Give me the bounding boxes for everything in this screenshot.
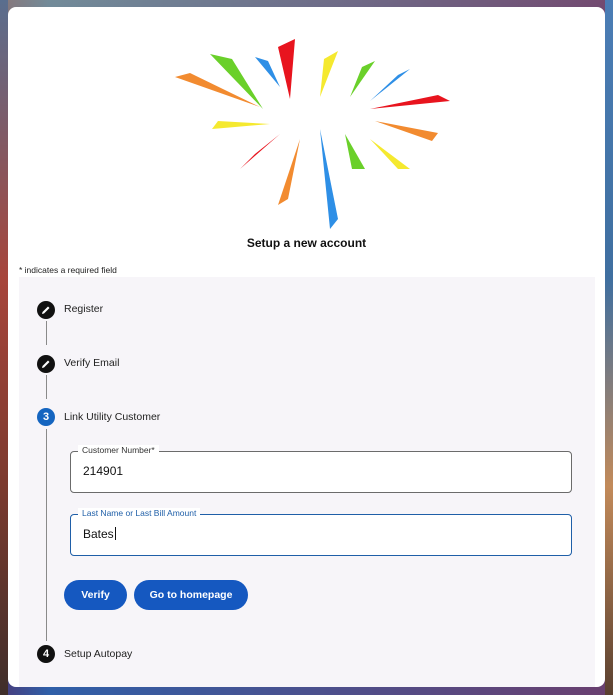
pencil-icon bbox=[42, 360, 50, 368]
step-connector bbox=[46, 429, 47, 641]
pencil-icon bbox=[42, 306, 50, 314]
go-to-homepage-button[interactable]: Go to homepage bbox=[134, 580, 248, 610]
step-4-label: Setup Autopay bbox=[64, 648, 133, 660]
last-name-value: Bates bbox=[83, 527, 116, 541]
burst-logo-graphic bbox=[175, 39, 450, 229]
last-name-label: Last Name or Last Bill Amount bbox=[78, 508, 201, 518]
step-1-icon bbox=[37, 301, 55, 319]
step-connector bbox=[46, 375, 47, 399]
step-1-label: Register bbox=[64, 303, 104, 315]
step-3-icon: 3 bbox=[37, 408, 55, 426]
burst-logo bbox=[170, 29, 452, 229]
step-connector bbox=[46, 321, 47, 345]
step-2-icon bbox=[37, 355, 55, 373]
verify-button[interactable]: Verify bbox=[64, 580, 127, 610]
last-name-field[interactable]: Last Name or Last Bill Amount Bates bbox=[70, 508, 572, 556]
background-building-left bbox=[0, 0, 8, 695]
customer-number-field[interactable]: Customer Number* 214901 bbox=[70, 445, 572, 493]
signup-card: Setup a new account * indicates a requir… bbox=[8, 7, 605, 687]
last-name-text: Bates bbox=[83, 527, 114, 541]
background-building-right bbox=[605, 0, 613, 695]
text-caret bbox=[114, 527, 116, 540]
step-2-label: Verify Email bbox=[64, 357, 120, 369]
customer-number-value: 214901 bbox=[83, 464, 124, 478]
step-4-icon: 4 bbox=[37, 645, 55, 663]
step-3-label: Link Utility Customer bbox=[64, 411, 161, 423]
required-field-note: * indicates a required field bbox=[19, 265, 117, 275]
page-title: Setup a new account bbox=[246, 236, 367, 250]
stepper-panel: Register Verify Email 3 Link Utility Cus… bbox=[19, 277, 595, 687]
customer-number-label: Customer Number* bbox=[78, 445, 159, 455]
